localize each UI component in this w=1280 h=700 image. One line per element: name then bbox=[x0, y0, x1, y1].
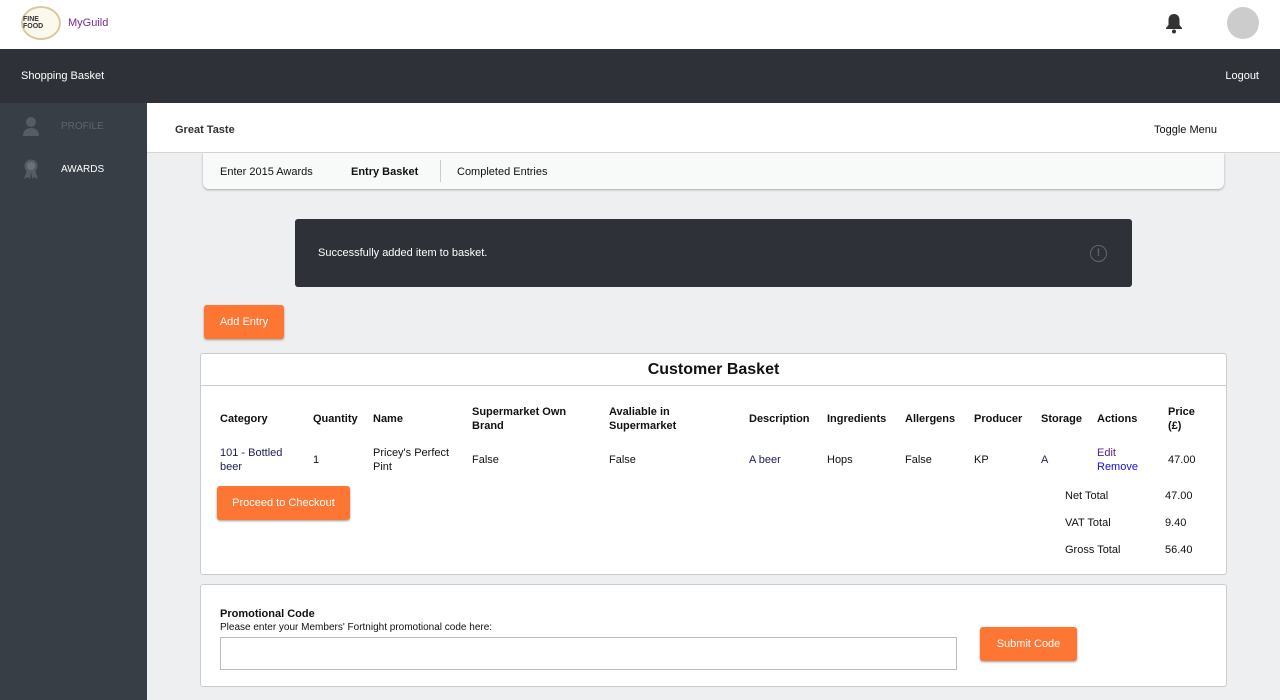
col-header: Name bbox=[373, 413, 403, 425]
logout-link[interactable]: Logout bbox=[1225, 70, 1259, 82]
tab-bar: Enter 2015 Awards Entry Basket Completed… bbox=[203, 153, 1224, 189]
submit-code-button[interactable]: Submit Code bbox=[980, 627, 1077, 661]
customer-basket-panel: Customer Basket Category Quantity Name S… bbox=[200, 353, 1227, 575]
net-total-value: 47.00 bbox=[1165, 490, 1193, 502]
guild-logo[interactable]: FINE FOOD bbox=[21, 6, 61, 40]
gross-total-label: Gross Total bbox=[1065, 544, 1121, 556]
avatar[interactable] bbox=[1227, 7, 1259, 39]
cell-storage: A bbox=[1041, 454, 1049, 466]
tab-enter-awards[interactable]: Enter 2015 Awards bbox=[220, 166, 313, 178]
col-header: Producer bbox=[974, 413, 1023, 425]
page-header: Great Taste Toggle Menu bbox=[147, 103, 1280, 153]
user-icon bbox=[23, 117, 39, 136]
col-header: Storage bbox=[1041, 413, 1082, 425]
col-header: Ingredients bbox=[827, 413, 887, 425]
remove-link[interactable]: Remove bbox=[1097, 460, 1138, 474]
cell-price: 47.00 bbox=[1168, 454, 1196, 466]
promo-title: Promotional Code bbox=[220, 608, 315, 620]
toggle-menu-link[interactable]: Toggle Menu bbox=[1154, 124, 1217, 136]
vat-total-label: VAT Total bbox=[1065, 517, 1111, 529]
col-header: Actions bbox=[1097, 413, 1138, 425]
col-header: Avaliable in Supermarket bbox=[609, 406, 677, 432]
cell-ingredients: Hops bbox=[827, 454, 853, 466]
exclamation-circle-icon: ! bbox=[1090, 245, 1107, 262]
col-header: Supermarket Own Brand bbox=[472, 406, 567, 432]
promo-code-input[interactable] bbox=[220, 637, 957, 670]
promo-hint: Please enter your Members' Fortnight pro… bbox=[220, 622, 493, 633]
top-bar: FINE FOOD MyGuild bbox=[0, 0, 1280, 49]
success-alert: Successfully added item to basket. ! bbox=[295, 219, 1132, 287]
col-header: Price (£) bbox=[1168, 406, 1195, 432]
award-icon bbox=[24, 159, 38, 179]
cell-allergens: False bbox=[905, 454, 932, 466]
sidebar-item-profile[interactable]: PROFILE bbox=[0, 108, 147, 144]
promo-panel: Promotional Code Please enter your Membe… bbox=[200, 584, 1227, 687]
cell-name: Pricey's Perfect Pint bbox=[373, 447, 450, 473]
tab-completed-entries[interactable]: Completed Entries bbox=[457, 166, 548, 178]
alert-message: Successfully added item to basket. bbox=[318, 247, 488, 259]
page-title: Great Taste bbox=[175, 124, 235, 136]
cell-description: A beer bbox=[749, 454, 781, 466]
cell-own-brand: False bbox=[472, 454, 499, 466]
sidebar: PROFILE AWARDS bbox=[0, 103, 147, 700]
col-header: Category bbox=[220, 413, 268, 425]
cell-producer: KP bbox=[974, 454, 989, 466]
sidebar-item-label: AWARDS bbox=[61, 164, 105, 175]
basket-title: Customer Basket bbox=[201, 354, 1226, 386]
gross-total-value: 56.40 bbox=[1165, 544, 1193, 556]
vat-total-value: 9.40 bbox=[1165, 517, 1187, 529]
edit-link[interactable]: Edit bbox=[1097, 446, 1116, 460]
net-total-label: Net Total bbox=[1065, 490, 1109, 502]
col-header: Allergens bbox=[905, 413, 956, 425]
sidebar-item-label: PROFILE bbox=[61, 121, 104, 132]
add-entry-button[interactable]: Add Entry bbox=[204, 305, 284, 339]
col-header: Description bbox=[749, 413, 810, 425]
cell-quantity: 1 bbox=[313, 454, 320, 466]
nav-bar: Shopping Basket Logout bbox=[0, 49, 1280, 103]
cell-available: False bbox=[609, 454, 636, 466]
sidebar-item-awards[interactable]: AWARDS bbox=[0, 151, 147, 187]
proceed-to-checkout-button[interactable]: Proceed to Checkout bbox=[217, 486, 350, 520]
col-header: Quantity bbox=[313, 413, 358, 425]
nav-title: Shopping Basket bbox=[21, 70, 105, 82]
bell-icon[interactable] bbox=[1164, 12, 1184, 34]
cell-category: 101 - Bottled beer bbox=[220, 447, 283, 473]
myguild-link[interactable]: MyGuild bbox=[68, 17, 108, 29]
tab-divider bbox=[440, 160, 441, 182]
tab-entry-basket[interactable]: Entry Basket bbox=[351, 166, 418, 178]
